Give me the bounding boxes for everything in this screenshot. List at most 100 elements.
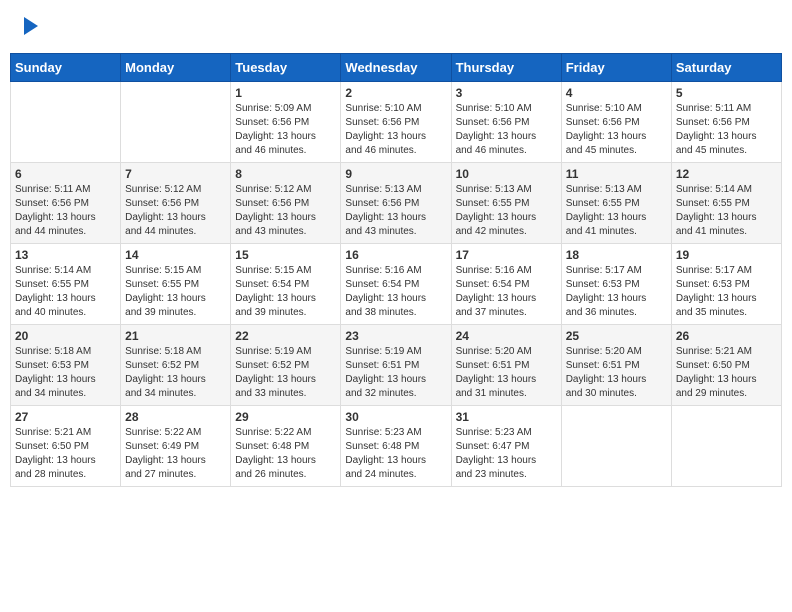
day-number: 6 <box>15 167 116 181</box>
day-info: Sunrise: 5:11 AM Sunset: 6:56 PM Dayligh… <box>676 102 777 158</box>
day-info: Sunrise: 5:20 AM Sunset: 6:51 PM Dayligh… <box>566 345 667 401</box>
calendar-cell: 19 Sunrise: 5:17 AM Sunset: 6:53 PM Dayli… <box>671 244 781 325</box>
calendar-header-thursday: Thursday <box>451 54 561 82</box>
day-info: Sunrise: 5:10 AM Sunset: 6:56 PM Dayligh… <box>456 102 557 158</box>
day-number: 10 <box>456 167 557 181</box>
day-number: 21 <box>125 329 226 343</box>
day-number: 9 <box>345 167 446 181</box>
day-info: Sunrise: 5:09 AM Sunset: 6:56 PM Dayligh… <box>235 102 336 158</box>
calendar-header-tuesday: Tuesday <box>231 54 341 82</box>
calendar-cell: 27Sunrise: 5:21 AM Sunset: 6:50 PM Dayli… <box>11 406 121 487</box>
calendar-cell: 23 Sunrise: 5:19 AM Sunset: 6:51 PM Dayli… <box>341 325 451 406</box>
logo-arrow-icon <box>22 15 40 42</box>
day-number: 24 <box>456 329 557 343</box>
calendar-cell: 17Sunrise: 5:16 AM Sunset: 6:54 PM Dayli… <box>451 244 561 325</box>
calendar-cell: 16 Sunrise: 5:16 AM Sunset: 6:54 PM Dayli… <box>341 244 451 325</box>
calendar-cell: 30 Sunrise: 5:23 AM Sunset: 6:48 PM Dayli… <box>341 406 451 487</box>
calendar-cell: 28 Sunrise: 5:22 AM Sunset: 6:49 PM Dayli… <box>121 406 231 487</box>
calendar-cell: 20 Sunrise: 5:18 AM Sunset: 6:53 PM Dayli… <box>11 325 121 406</box>
calendar-cell: 31 Sunrise: 5:23 AM Sunset: 6:47 PM Dayli… <box>451 406 561 487</box>
calendar-cell: 14 Sunrise: 5:15 AM Sunset: 6:55 PM Dayli… <box>121 244 231 325</box>
day-number: 31 <box>456 410 557 424</box>
calendar-cell <box>671 406 781 487</box>
day-number: 13 <box>15 248 116 262</box>
day-info: Sunrise: 5:10 AM Sunset: 6:56 PM Dayligh… <box>566 102 667 158</box>
calendar-cell: 2 Sunrise: 5:10 AM Sunset: 6:56 PM Daylig… <box>341 82 451 163</box>
day-number: 30 <box>345 410 446 424</box>
day-info: Sunrise: 5:14 AM Sunset: 6:55 PM Dayligh… <box>15 264 116 320</box>
calendar-cell: 29 Sunrise: 5:22 AM Sunset: 6:48 PM Dayli… <box>231 406 341 487</box>
day-number: 4 <box>566 86 667 100</box>
day-info: Sunrise: 5:18 AM Sunset: 6:53 PM Dayligh… <box>15 345 116 401</box>
day-info: Sunrise: 5:10 AM Sunset: 6:56 PM Dayligh… <box>345 102 446 158</box>
day-info: Sunrise: 5:22 AM Sunset: 6:48 PM Dayligh… <box>235 426 336 482</box>
calendar-cell: 26 Sunrise: 5:21 AM Sunset: 6:50 PM Dayli… <box>671 325 781 406</box>
day-number: 22 <box>235 329 336 343</box>
calendar-cell: 21 Sunrise: 5:18 AM Sunset: 6:52 PM Dayli… <box>121 325 231 406</box>
calendar-cell: 1 Sunrise: 5:09 AM Sunset: 6:56 PM Daylig… <box>231 82 341 163</box>
day-number: 2 <box>345 86 446 100</box>
calendar-cell: 11 Sunrise: 5:13 AM Sunset: 6:55 PM Dayli… <box>561 163 671 244</box>
calendar-cell: 6 Sunrise: 5:11 AM Sunset: 6:56 PM Daylig… <box>11 163 121 244</box>
day-info: Sunrise: 5:22 AM Sunset: 6:49 PM Dayligh… <box>125 426 226 482</box>
day-info: Sunrise: 5:14 AM Sunset: 6:55 PM Dayligh… <box>676 183 777 239</box>
calendar-cell: 8 Sunrise: 5:12 AM Sunset: 6:56 PM Daylig… <box>231 163 341 244</box>
day-number: 15 <box>235 248 336 262</box>
day-number: 28 <box>125 410 226 424</box>
day-info: Sunrise: 5:23 AM Sunset: 6:47 PM Dayligh… <box>456 426 557 482</box>
day-number: 11 <box>566 167 667 181</box>
calendar-cell: 24 Sunrise: 5:20 AM Sunset: 6:51 PM Dayli… <box>451 325 561 406</box>
day-info: Sunrise: 5:18 AM Sunset: 6:52 PM Dayligh… <box>125 345 226 401</box>
day-info: Sunrise: 5:15 AM Sunset: 6:54 PM Dayligh… <box>235 264 336 320</box>
calendar-cell: 25 Sunrise: 5:20 AM Sunset: 6:51 PM Dayli… <box>561 325 671 406</box>
calendar-header-monday: Monday <box>121 54 231 82</box>
calendar-header-sunday: Sunday <box>11 54 121 82</box>
day-info: Sunrise: 5:13 AM Sunset: 6:56 PM Dayligh… <box>345 183 446 239</box>
calendar-cell <box>121 82 231 163</box>
calendar-cell <box>561 406 671 487</box>
day-number: 26 <box>676 329 777 343</box>
day-number: 23 <box>345 329 446 343</box>
calendar-cell: 18Sunrise: 5:17 AM Sunset: 6:53 PM Dayli… <box>561 244 671 325</box>
day-info: Sunrise: 5:16 AM Sunset: 6:54 PM Dayligh… <box>345 264 446 320</box>
day-number: 5 <box>676 86 777 100</box>
day-number: 3 <box>456 86 557 100</box>
day-info: Sunrise: 5:19 AM Sunset: 6:51 PM Dayligh… <box>345 345 446 401</box>
day-number: 14 <box>125 248 226 262</box>
calendar-header-saturday: Saturday <box>671 54 781 82</box>
day-info: Sunrise: 5:17 AM Sunset: 6:53 PM Dayligh… <box>676 264 777 320</box>
day-number: 16 <box>345 248 446 262</box>
calendar-cell: 13 Sunrise: 5:14 AM Sunset: 6:55 PM Dayli… <box>11 244 121 325</box>
day-info: Sunrise: 5:21 AM Sunset: 6:50 PM Dayligh… <box>676 345 777 401</box>
calendar-cell: 22Sunrise: 5:19 AM Sunset: 6:52 PM Dayli… <box>231 325 341 406</box>
day-number: 8 <box>235 167 336 181</box>
day-info: Sunrise: 5:15 AM Sunset: 6:55 PM Dayligh… <box>125 264 226 320</box>
day-number: 7 <box>125 167 226 181</box>
day-number: 25 <box>566 329 667 343</box>
day-number: 29 <box>235 410 336 424</box>
day-number: 12 <box>676 167 777 181</box>
day-info: Sunrise: 5:13 AM Sunset: 6:55 PM Dayligh… <box>456 183 557 239</box>
day-info: Sunrise: 5:13 AM Sunset: 6:55 PM Dayligh… <box>566 183 667 239</box>
calendar-cell: 4 Sunrise: 5:10 AM Sunset: 6:56 PM Daylig… <box>561 82 671 163</box>
page-header <box>10 10 782 43</box>
calendar-cell: 10 Sunrise: 5:13 AM Sunset: 6:55 PM Dayli… <box>451 163 561 244</box>
day-info: Sunrise: 5:20 AM Sunset: 6:51 PM Dayligh… <box>456 345 557 401</box>
calendar-cell: 9 Sunrise: 5:13 AM Sunset: 6:56 PM Daylig… <box>341 163 451 244</box>
day-info: Sunrise: 5:11 AM Sunset: 6:56 PM Dayligh… <box>15 183 116 239</box>
calendar-cell: 5 Sunrise: 5:11 AM Sunset: 6:56 PM Daylig… <box>671 82 781 163</box>
calendar-cell: 15 Sunrise: 5:15 AM Sunset: 6:54 PM Dayli… <box>231 244 341 325</box>
day-number: 1 <box>235 86 336 100</box>
calendar-cell: 12 Sunrise: 5:14 AM Sunset: 6:55 PM Dayli… <box>671 163 781 244</box>
day-number: 17 <box>456 248 557 262</box>
day-number: 19 <box>676 248 777 262</box>
day-info: Sunrise: 5:21 AM Sunset: 6:50 PM Dayligh… <box>15 426 116 482</box>
calendar-cell <box>11 82 121 163</box>
calendar-cell: 7 Sunrise: 5:12 AM Sunset: 6:56 PM Daylig… <box>121 163 231 244</box>
day-info: Sunrise: 5:12 AM Sunset: 6:56 PM Dayligh… <box>125 183 226 239</box>
day-info: Sunrise: 5:12 AM Sunset: 6:56 PM Dayligh… <box>235 183 336 239</box>
day-number: 20 <box>15 329 116 343</box>
day-info: Sunrise: 5:17 AM Sunset: 6:53 PM Dayligh… <box>566 264 667 320</box>
calendar-header-friday: Friday <box>561 54 671 82</box>
day-info: Sunrise: 5:23 AM Sunset: 6:48 PM Dayligh… <box>345 426 446 482</box>
